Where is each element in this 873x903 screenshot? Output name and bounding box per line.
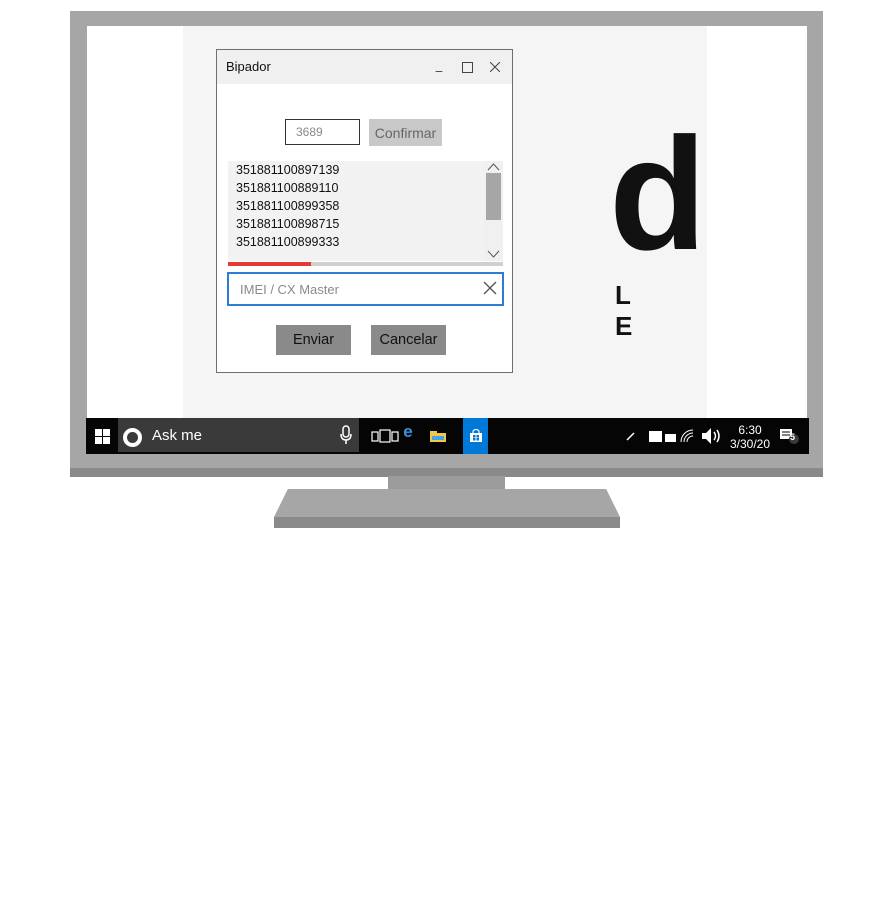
clock-time: 6:30 <box>738 423 762 437</box>
edge-icon[interactable]: e <box>400 418 416 454</box>
clock-date: 3/30/20 <box>729 437 771 451</box>
progress-bar <box>228 262 503 266</box>
wallpaper-logo-subtext: L E <box>615 280 663 341</box>
task-view-icon[interactable] <box>370 418 402 454</box>
list-item[interactable]: 351881100889110 <box>236 181 338 195</box>
wallpaper-logo: d <box>609 104 707 283</box>
imei-list[interactable]: 351881100897139 351881100889110 35188110… <box>228 161 503 261</box>
code-input[interactable] <box>285 119 360 145</box>
start-button[interactable] <box>86 418 118 454</box>
maximize-icon <box>461 61 473 73</box>
imei-placeholder: IMEI / CX Master <box>240 282 339 297</box>
notification-badge: 5 <box>790 432 796 442</box>
monitor-stand <box>274 489 620 528</box>
minimize-icon: _ <box>435 57 443 73</box>
close-button[interactable] <box>481 50 509 84</box>
imei-input[interactable]: IMEI / CX Master <box>227 272 504 306</box>
scroll-thumb[interactable] <box>486 173 501 220</box>
pen-icon[interactable] <box>624 418 638 454</box>
close-icon <box>490 62 500 72</box>
volume-icon[interactable] <box>701 418 723 454</box>
list-item[interactable]: 351881100899358 <box>236 199 339 213</box>
wifi-icon[interactable] <box>679 418 695 454</box>
bipador-dialog: Bipador _ Confirmar 351881100897139 3518… <box>216 49 513 373</box>
action-center-icon[interactable]: 5 <box>778 418 802 454</box>
scroll-up-icon[interactable] <box>487 163 500 171</box>
minimize-button[interactable]: _ <box>425 50 453 84</box>
progress-fill <box>228 262 311 266</box>
list-item[interactable]: 351881100899333 <box>236 235 339 249</box>
list-scrollbar[interactable] <box>484 161 503 261</box>
microphone-icon[interactable] <box>339 425 353 445</box>
scroll-down-icon[interactable] <box>487 250 500 258</box>
clear-icon[interactable] <box>481 279 499 297</box>
confirm-button[interactable]: Confirmar <box>369 119 442 146</box>
file-explorer-icon[interactable] <box>428 418 448 454</box>
dialog-title: Bipador <box>226 59 271 74</box>
list-item[interactable]: 351881100897139 <box>236 163 339 177</box>
list-item[interactable]: 351881100898715 <box>236 217 339 231</box>
cancel-button[interactable]: Cancelar <box>371 325 446 355</box>
taskbar-search-box[interactable]: Ask me <box>118 418 359 452</box>
cortana-icon <box>123 428 142 447</box>
battery-icon[interactable] <box>647 418 679 454</box>
search-prompt: Ask me <box>152 427 203 444</box>
windows-icon <box>94 428 110 444</box>
store-icon[interactable] <box>463 418 488 454</box>
clock[interactable]: 6:30 3/30/20 <box>726 423 774 451</box>
taskbar: Ask me e 6:30 3/30/20 5 <box>86 418 809 454</box>
dialog-titlebar[interactable]: Bipador _ <box>217 50 512 84</box>
maximize-button[interactable] <box>453 50 481 84</box>
send-button[interactable]: Enviar <box>276 325 351 355</box>
